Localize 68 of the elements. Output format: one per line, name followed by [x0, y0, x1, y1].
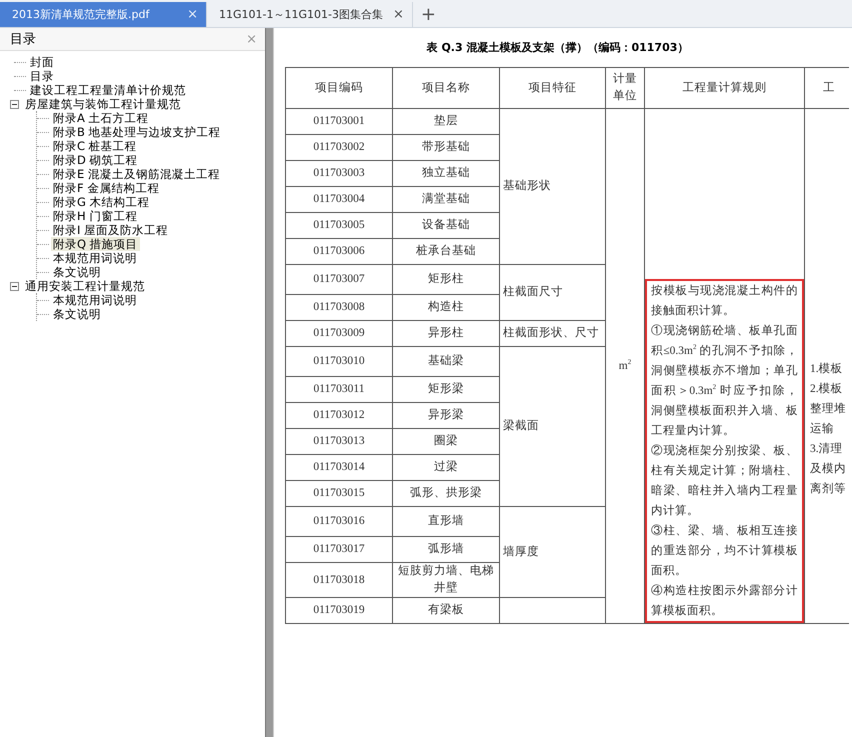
close-icon[interactable]: × — [392, 7, 404, 22]
table-cell: 011703007 — [286, 264, 392, 294]
outline-item[interactable]: 目录 — [28, 69, 56, 83]
column-header: 项目名称 — [392, 68, 500, 108]
outline-item[interactable]: 封面 — [28, 55, 56, 69]
column-header: 工 — [804, 68, 848, 108]
table-cell: 011703016 — [286, 506, 392, 536]
outline-item[interactable]: 附录A 土石方工程 — [51, 111, 151, 125]
document-tab[interactable]: 2013新清单规范完整版.pdf × — [0, 2, 207, 27]
outline-item[interactable]: 通用安装工程计量规范 — [23, 279, 147, 293]
work-content-text: 2.模板 — [810, 382, 844, 397]
column-header: 工程量计算规则 — [644, 68, 804, 108]
table-cell: 011703013 — [286, 428, 392, 454]
work-content-text: 及模内 — [810, 462, 847, 477]
outline-item[interactable]: 建设工程工程量清单计价规范 — [28, 83, 188, 97]
outline-item[interactable]: 附录C 桩基工程 — [51, 139, 139, 153]
column-header: 计量单位 — [606, 68, 644, 108]
table-cell: 011703008 — [286, 294, 392, 320]
table-cell: 矩形柱 — [392, 264, 500, 294]
table-cell: 异形柱 — [392, 320, 500, 346]
table-cell: 直形墙 — [392, 506, 500, 536]
outline-item[interactable]: 附录B 地基处理与边坡支护工程 — [51, 125, 223, 139]
table-cell: 基础形状 — [500, 108, 606, 264]
column-header: 项目特征 — [500, 68, 606, 108]
work-content-text: 离剂等 — [810, 481, 847, 497]
outline-item[interactable]: 附录H 门窗工程 — [51, 209, 140, 223]
table-cell: 011703009 — [286, 320, 392, 346]
outline-item[interactable]: 条文说明 — [51, 265, 103, 279]
outline-item[interactable]: 本规范用词说明 — [51, 293, 139, 307]
work-content-text: 运输 — [810, 422, 835, 437]
new-tab-button[interactable]: + — [412, 2, 444, 27]
outline-item[interactable]: 附录E 混凝土及钢筋混凝土工程 — [51, 167, 222, 181]
table-cell: 基础梁 — [392, 346, 500, 376]
work-content-text: 1.模板 — [810, 362, 844, 377]
table-cell: 011703002 — [286, 134, 392, 160]
table-cell: 有梁板 — [392, 598, 500, 624]
table-cell: 011703001 — [286, 108, 392, 134]
table-title: 表 Q.3 混凝土模板及支架（撑）（编码：011703） — [426, 40, 690, 55]
work-content-text: 整理堆 — [810, 402, 847, 417]
outline-item[interactable]: 附录I 屋面及防水工程 — [51, 223, 170, 237]
outline-item[interactable]: 附录F 金属结构工程 — [51, 181, 162, 195]
table-cell: 011703003 — [286, 160, 392, 186]
outline-item[interactable]: 附录D 砌筑工程 — [51, 153, 140, 167]
table-cell: 011703014 — [286, 454, 392, 480]
collapse-toggle-icon[interactable] — [10, 282, 19, 290]
table-cell: 011703004 — [286, 186, 392, 212]
outline-item[interactable]: 附录Q 措施项目 — [51, 237, 140, 251]
table-cell: 011703011 — [286, 376, 392, 402]
collapse-toggle-icon[interactable] — [10, 100, 19, 108]
highlighted-rule-text: 按模板与现浇混凝土构件的接触面积计算。 ①现浇钢筋砼墙、板单孔面积≤0.3m$^{2}$ 的孔洞不予扣除，洞侧壁模板亦不增加；单孔面积＞0.3m$^{2}$ 时应予扣除，洞侧壁模板面积并入墙、板工程量内计算。 ②现浇框架分别按梁、板、柱有关规定计算；附墙柱、暗梁、暗柱并入墙内工程量内计算。 ③柱、梁、墙、板相互连接的重迭部分，均不计算模板面积。 ④构造柱按图示外露部分计算模板面积。 — [645, 279, 804, 623]
table-cell: 011703019 — [286, 598, 392, 624]
table-cell: 垫层 — [392, 108, 500, 134]
work-content-text: 3.清理 — [810, 442, 844, 457]
outline-item[interactable]: 附录G 木结构工程 — [51, 195, 152, 209]
table-cell: 011703010 — [286, 346, 392, 376]
panel-title: 目录 — [10, 31, 36, 48]
table-cell: 011703005 — [286, 212, 392, 238]
table-cell: 011703018 — [286, 562, 392, 598]
table-cell: 011703017 — [286, 536, 392, 562]
outline-item[interactable]: 条文说明 — [51, 307, 103, 321]
table-cell: 011703015 — [286, 480, 392, 506]
table-cell: 011703006 — [286, 238, 392, 264]
outline-item[interactable]: 本规范用词说明 — [51, 251, 139, 265]
document-tab[interactable]: 11G101-1～11G101-3图集合集 × — [207, 2, 413, 27]
outline-item[interactable]: 房屋建筑与装饰工程计量规范 — [23, 97, 183, 111]
table-cell: 011703012 — [286, 402, 392, 428]
table-cell: 短肢剪力墙、电梯井壁 — [392, 562, 500, 598]
column-header: 项目编码 — [286, 68, 392, 108]
